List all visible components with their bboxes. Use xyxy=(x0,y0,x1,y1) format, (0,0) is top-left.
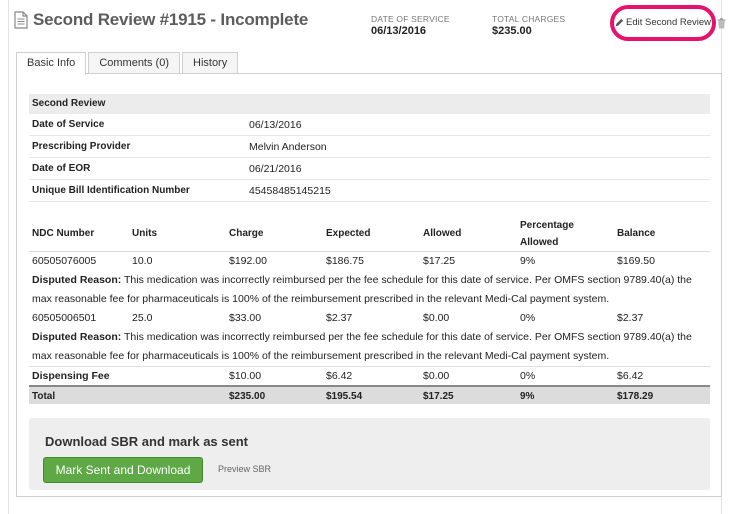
total-charges-summary: TOTAL CHARGES $235.00 xyxy=(492,14,565,37)
date-of-service-summary: DATE OF SERVICE 06/13/2016 xyxy=(371,14,450,37)
mark-sent-and-download-button[interactable]: Mark Sent and Download xyxy=(43,457,203,483)
disputed-reason-text: This medication was incorrectly reimburs… xyxy=(32,331,692,362)
charge: $235.00 xyxy=(229,391,266,402)
percentage-allowed: 9% xyxy=(520,391,535,402)
units: 25.0 xyxy=(132,312,153,324)
row-label: Total xyxy=(32,391,56,402)
tab-basic-info[interactable]: Basic Info xyxy=(16,52,87,75)
table-header: NDC Number Units Charge Expected Allowed… xyxy=(29,216,710,252)
column-header: Allowed xyxy=(423,228,462,239)
info-row: Unique Bill Identification Number 454584… xyxy=(29,180,710,202)
expected: $6.42 xyxy=(326,370,353,382)
expected: $2.37 xyxy=(326,312,353,324)
dispensing-fee-row: Dispensing Fee $10.00 $6.42 $0.00 0% $6.… xyxy=(29,366,710,385)
document-icon xyxy=(14,11,28,29)
tab-comments[interactable]: Comments (0) xyxy=(88,52,180,74)
info-value: 45458485145215 xyxy=(249,185,331,197)
download-sbr-title: Download SBR and mark as sent xyxy=(45,434,248,449)
preview-sbr-link[interactable]: Preview SBR xyxy=(218,464,271,474)
disputed-reason-text: This medication was incorrectly reimburs… xyxy=(32,274,692,305)
balance: $178.29 xyxy=(617,391,654,402)
ndc-number: 60505076005 xyxy=(32,255,97,267)
units xyxy=(129,387,226,404)
allowed: $0.00 xyxy=(423,312,450,324)
table-row: 60505076005 10.0 $192.00 $186.75 $17.25 … xyxy=(29,252,710,271)
info-value: 06/13/2016 xyxy=(249,119,302,131)
basic-info-panel: Second Review Date of Service 06/13/2016… xyxy=(16,73,722,497)
tab-history[interactable]: History xyxy=(182,52,239,74)
percentage-allowed: 9% xyxy=(520,255,536,267)
info-row: Prescribing Provider Melvin Anderson xyxy=(29,136,710,158)
column-header: Units xyxy=(132,228,157,239)
info-label: Prescribing Provider xyxy=(32,141,131,152)
charge: $33.00 xyxy=(229,312,262,324)
date-of-service-label: DATE OF SERVICE xyxy=(371,14,450,24)
disputed-reason: Disputed Reason: This medication was inc… xyxy=(29,271,710,309)
page-title: Second Review #1915 - Incomplete xyxy=(33,10,309,29)
expected: $195.54 xyxy=(326,391,363,402)
column-header: Expected xyxy=(326,228,371,239)
total-charges-label: TOTAL CHARGES xyxy=(492,14,566,24)
row-label: Dispensing Fee xyxy=(32,370,110,382)
column-header: Charge xyxy=(229,228,264,239)
balance: $169.50 xyxy=(617,255,655,267)
info-row: Date of Service 06/13/2016 xyxy=(29,114,710,136)
download-sbr-box: Download SBR and mark as sent Mark Sent … xyxy=(29,418,710,490)
edit-second-review-label: Edit Second Review xyxy=(626,17,712,28)
balance: $2.37 xyxy=(617,312,644,324)
disputed-reason: Disputed Reason: This medication was inc… xyxy=(29,328,710,366)
date-of-service-value: 06/13/2016 xyxy=(371,25,427,37)
info-label: Date of Service xyxy=(32,119,105,130)
allowed: $17.25 xyxy=(423,391,454,402)
disputed-reason-label: Disputed Reason: xyxy=(32,274,122,286)
percentage-allowed: 0% xyxy=(520,370,536,382)
table-row: 60505006501 25.0 $33.00 $2.37 $0.00 0% $… xyxy=(29,309,710,328)
percentage-allowed: 0% xyxy=(520,312,536,324)
info-value: Melvin Anderson xyxy=(249,141,327,153)
section-title: Second Review xyxy=(29,94,710,114)
column-header: Percentage Allowed xyxy=(520,219,574,248)
balance: $6.42 xyxy=(617,370,644,382)
medication-table: NDC Number Units Charge Expected Allowed… xyxy=(29,216,710,404)
info-value: 06/21/2016 xyxy=(249,163,302,175)
column-header: Balance xyxy=(617,228,656,239)
expected: $186.75 xyxy=(326,255,364,267)
disputed-reason-label: Disputed Reason: xyxy=(32,331,122,343)
edit-second-review-button[interactable]: Edit Second Review xyxy=(615,17,711,28)
info-row: Date of EOR 06/21/2016 xyxy=(29,158,710,180)
total-row: Total $235.00 $195.54 $17.25 9% $178.29 xyxy=(29,385,710,404)
pencil-icon xyxy=(615,18,624,27)
trash-icon[interactable] xyxy=(717,18,726,29)
allowed: $0.00 xyxy=(423,370,450,382)
info-label: Date of EOR xyxy=(32,163,91,174)
charge: $10.00 xyxy=(229,370,262,382)
tab-bar: Basic Info Comments (0) History xyxy=(16,52,240,75)
column-header: NDC Number xyxy=(32,228,95,239)
units: 10.0 xyxy=(132,255,153,267)
ndc-number: 60505006501 xyxy=(32,312,97,324)
second-review-info-table: Second Review Date of Service 06/13/2016… xyxy=(29,94,710,202)
total-charges-value: $235.00 xyxy=(492,25,532,37)
allowed: $17.25 xyxy=(423,255,456,267)
charge: $192.00 xyxy=(229,255,267,267)
info-label: Unique Bill Identification Number xyxy=(32,185,190,196)
units xyxy=(129,367,226,385)
